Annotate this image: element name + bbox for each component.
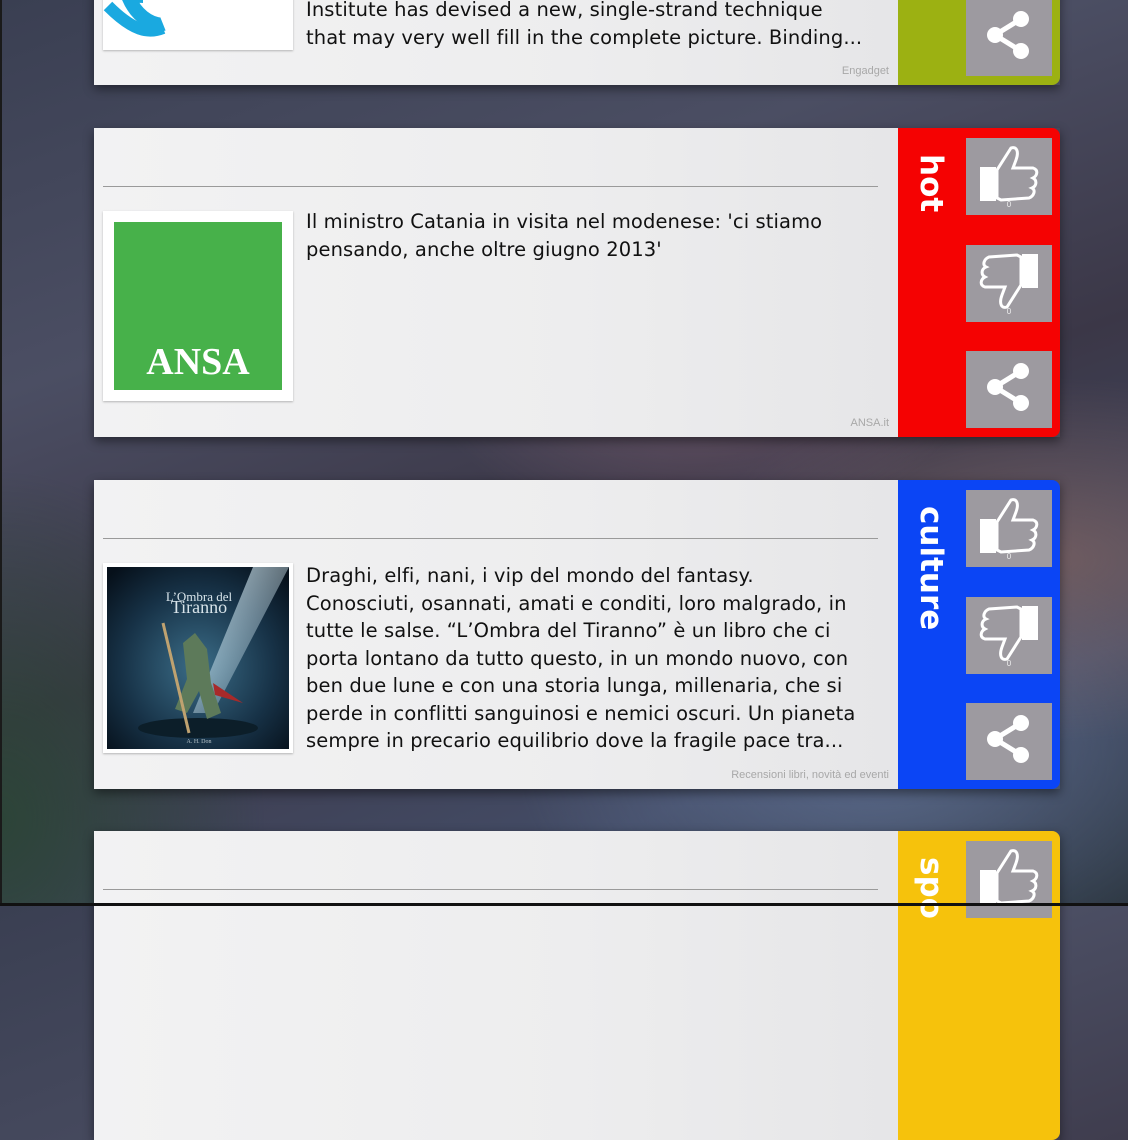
card-thumbnail[interactable]: L’Ombra del Tiranno A. H. Don [103,563,293,753]
share-button[interactable] [966,703,1052,780]
like-count: 0 [1006,552,1012,561]
like-button[interactable]: 0 [966,490,1052,567]
card-thumbnail[interactable]: ANSA [103,211,293,401]
card-body[interactable]: ANSA Il ministro Catania in visita nel m… [94,128,898,437]
thumbs-down-icon [979,253,1038,309]
thumbs-up-icon [980,498,1039,554]
thumbs-up-icon [980,146,1039,202]
thumbs-up-icon [980,849,1039,905]
category-strip: spo [898,831,966,1140]
thumbs-down-icon [979,605,1038,661]
card-side-panel: hot 0 0 [898,128,1060,437]
share-button[interactable] [966,0,1052,76]
dislike-count: 0 [1006,659,1012,668]
card-body[interactable]: L’Ombra del Tiranno A. H. Don Draghi, el… [94,480,898,789]
news-card[interactable]: Institute has devised a new, single-stra… [94,0,1060,85]
category-label[interactable]: culture [913,506,949,630]
share-icon [987,715,1029,763]
title-divider [103,889,878,890]
like-count: 0 [1006,200,1012,209]
category-strip [898,0,966,85]
dislike-button[interactable]: 0 [966,245,1052,322]
card-summary[interactable]: Institute has devised a new, single-stra… [306,0,886,51]
card-side-panel [898,0,1060,85]
category-label[interactable]: hot [913,154,949,212]
like-button[interactable] [966,841,1052,918]
card-body[interactable]: Institute has devised a new, single-stra… [94,0,898,85]
card-side-panel: culture 0 0 [898,480,1060,789]
news-card[interactable]: L’Ombra del Tiranno A. H. Don Draghi, el… [94,480,1060,789]
card-summary[interactable]: Draghi, elfi, nani, i vip del mondo del … [306,562,886,755]
card-title[interactable] [104,500,874,536]
book-title-line2: Tiranno [171,597,227,617]
card-source[interactable]: Engadget [842,65,889,77]
like-button[interactable]: 0 [966,138,1052,215]
card-side-panel: spo [898,831,1060,1140]
book-author: A. H. Don [187,739,212,745]
news-card[interactable]: spo [94,831,1060,1140]
card-title[interactable] [104,148,874,184]
dislike-button[interactable]: 0 [966,597,1052,674]
card-thumbnail[interactable] [103,0,293,50]
category-strip: hot [898,128,966,437]
news-card[interactable]: ANSA Il ministro Catania in visita nel m… [94,128,1060,437]
dislike-count: 0 [1006,307,1012,316]
share-button[interactable] [966,351,1052,428]
ansa-logo-text: ANSA [146,341,250,383]
ansa-logo: ANSA [114,222,282,390]
engadget-logo-icon [103,0,293,50]
card-body[interactable] [94,831,898,1140]
card-title[interactable] [104,851,874,887]
window-left-edge [0,0,2,906]
book-cover-image: L’Ombra del Tiranno A. H. Don [107,567,289,749]
title-divider [103,186,878,187]
title-divider [103,538,878,539]
share-icon [987,363,1029,411]
card-source[interactable]: Recensioni libri, novità ed eventi [731,769,889,781]
card-summary[interactable]: Il ministro Catania in visita nel modene… [306,208,886,263]
share-icon [987,11,1029,59]
category-label[interactable]: spo [913,857,949,919]
category-strip: culture [898,480,966,789]
card-source[interactable]: ANSA.it [850,417,889,429]
